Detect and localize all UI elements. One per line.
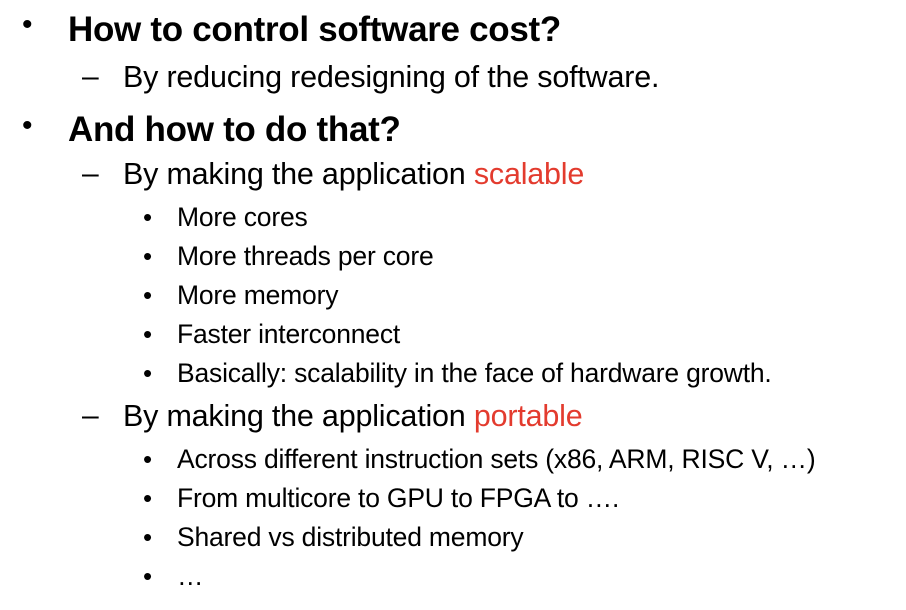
- slide: • How to control software cost? – By red…: [0, 0, 906, 610]
- sub-bullet: By making the application portable: [123, 399, 583, 434]
- bullet-icon: •: [143, 358, 153, 388]
- bullet-heading: And how to do that?: [68, 110, 401, 149]
- highlight-word: scalable: [473, 157, 585, 191]
- dash-icon: –: [82, 60, 99, 93]
- list-item: Basically: scalability in the face of ha…: [177, 358, 772, 388]
- sub-bullet-text: By making the application: [123, 399, 474, 433]
- list-item: Shared vs distributed memory: [177, 522, 524, 552]
- sub-bullet: By reducing redesigning of the software.: [123, 60, 660, 94]
- bullet-icon: •: [143, 241, 153, 271]
- list-item: Across different instruction sets (x86, …: [177, 444, 816, 474]
- list-item: More threads per core: [177, 241, 434, 271]
- bullet-heading: How to control software cost?: [68, 10, 561, 49]
- list-item: More cores: [177, 202, 308, 232]
- bullet-icon: •: [143, 522, 153, 552]
- list-item: …: [177, 561, 204, 591]
- sub-bullet: By making the application scalable: [123, 157, 584, 192]
- bullet-icon: •: [143, 483, 153, 513]
- bullet-icon: •: [143, 444, 153, 474]
- list-item: From multicore to GPU to FPGA to ….: [177, 483, 620, 513]
- dash-icon: –: [82, 157, 99, 190]
- bullet-icon: •: [22, 109, 33, 142]
- bullet-icon: •: [143, 319, 153, 349]
- bullet-icon: •: [22, 8, 33, 41]
- highlight-word: portable: [473, 399, 583, 433]
- bullet-icon: •: [143, 280, 153, 310]
- sub-bullet-text: By making the application: [123, 157, 474, 191]
- list-item: Faster interconnect: [177, 319, 401, 349]
- dash-icon: –: [82, 399, 99, 432]
- bullet-icon: •: [143, 202, 153, 232]
- list-item: More memory: [177, 280, 339, 310]
- bullet-icon: •: [143, 561, 153, 591]
